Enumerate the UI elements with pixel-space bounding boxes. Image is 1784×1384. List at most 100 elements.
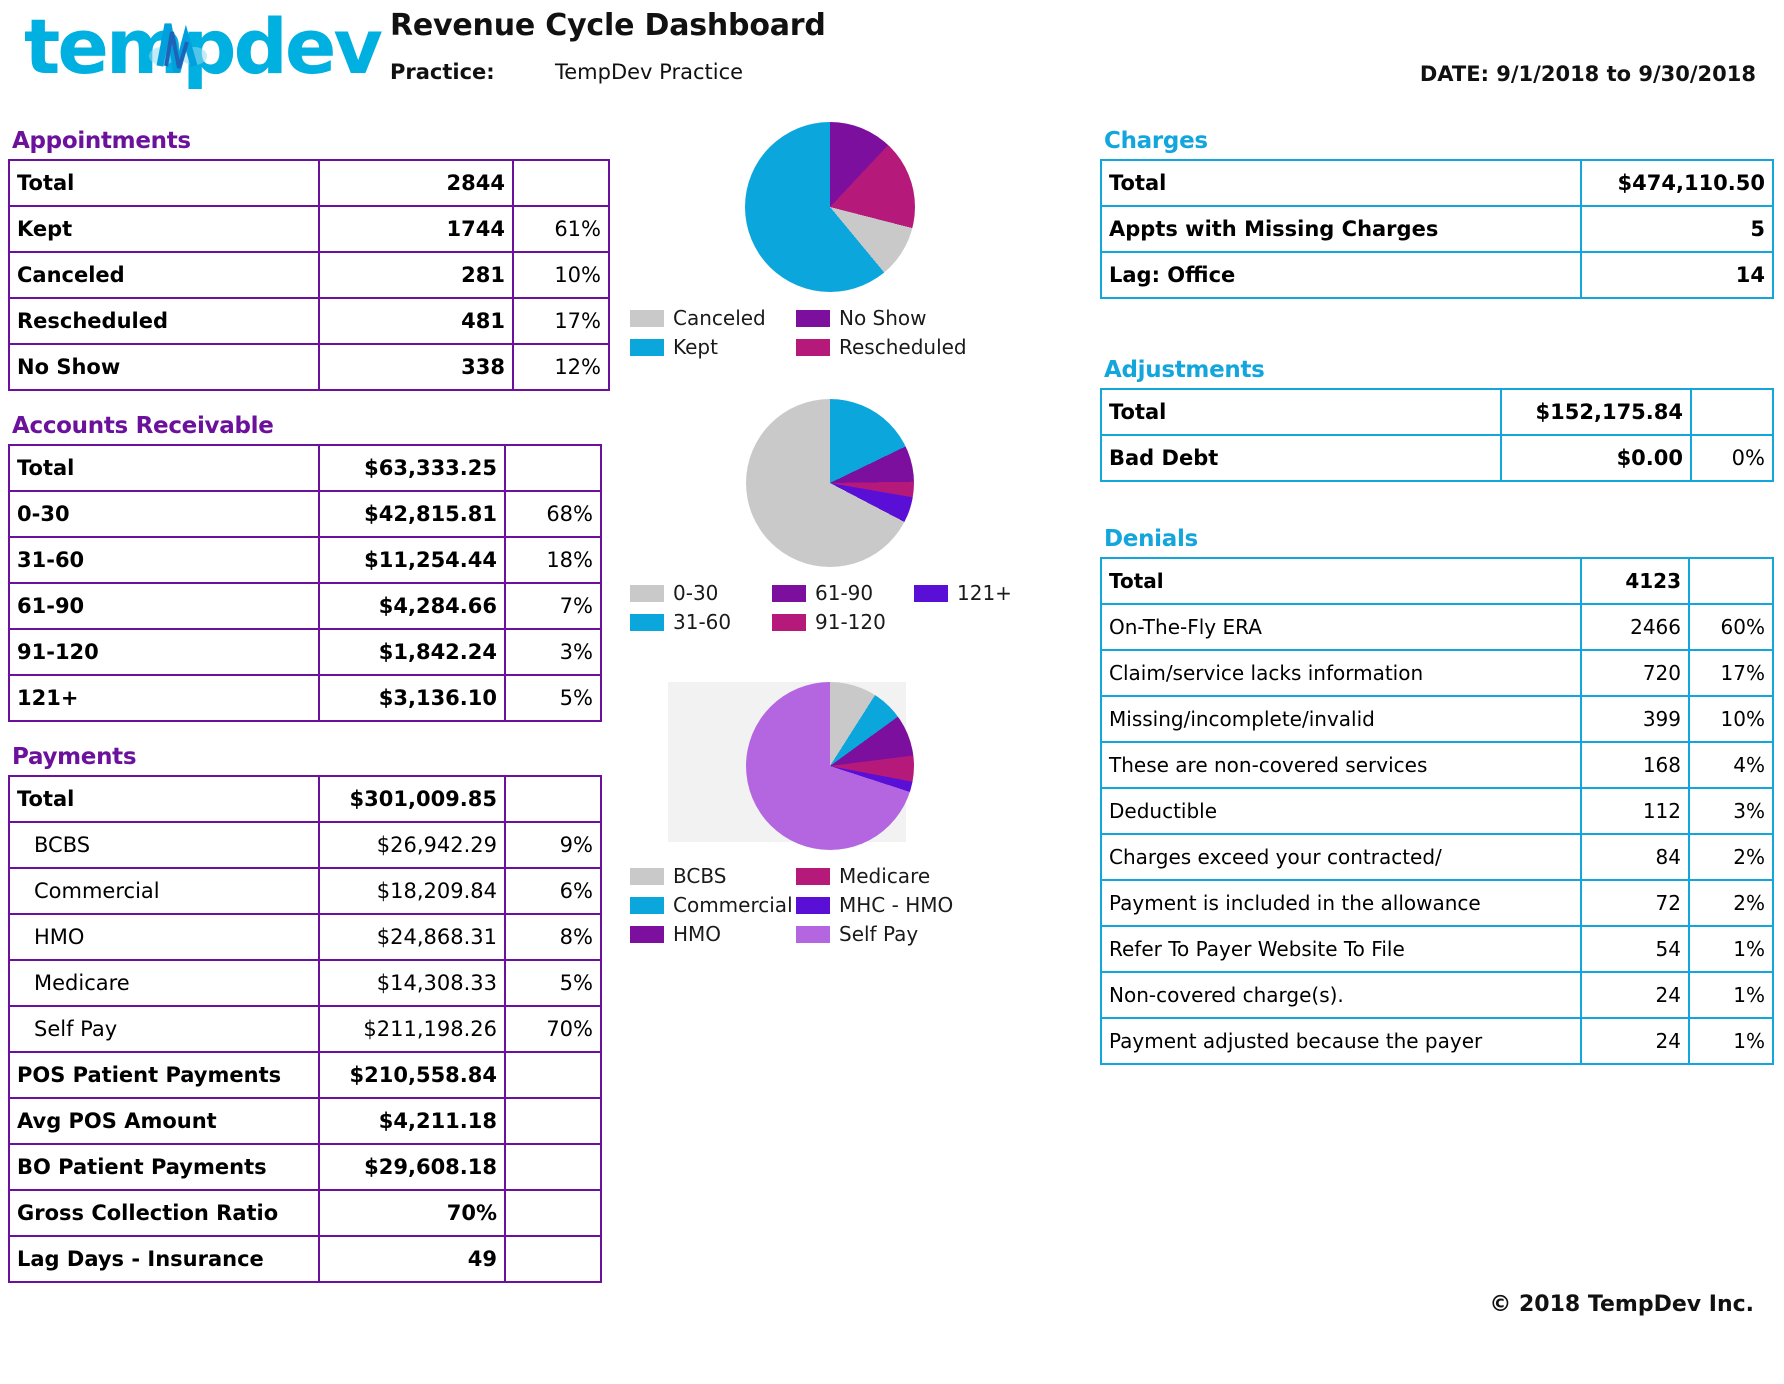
row-value: $301,009.85 bbox=[318, 775, 506, 823]
row-label: Total bbox=[8, 775, 320, 823]
row-label: Total bbox=[1100, 159, 1582, 207]
legend-label: No Show bbox=[839, 306, 927, 330]
table-row: 91-120 $1,842.24 3% bbox=[8, 628, 602, 676]
row-label: Kept bbox=[8, 205, 320, 253]
table-row: Avg POS Amount $4,211.18 bbox=[8, 1097, 602, 1145]
payments-heading: Payments bbox=[12, 744, 137, 770]
table-row: Total $63,333.25 bbox=[8, 444, 602, 492]
left-column: Appointments Total 2844 Kept 1744 61% Cancele… bbox=[8, 128, 610, 1283]
right-column: Charges Total $474,110.50 Appts with Missi… bbox=[1100, 128, 1774, 1065]
legend-label: Medicare bbox=[839, 864, 931, 888]
row-percent bbox=[504, 1097, 602, 1145]
row-value: 72 bbox=[1580, 879, 1690, 927]
table-row: Kept 1744 61% bbox=[8, 205, 610, 253]
payments-pie-legend: BCBS Medicare Commercial MHC - HMO HMO Self P… bbox=[620, 864, 1040, 946]
row-percent: 7% bbox=[504, 582, 602, 630]
legend-item: Medicare bbox=[796, 864, 1040, 888]
legend-swatch-icon bbox=[796, 309, 830, 327]
row-value: $0.00 bbox=[1500, 434, 1692, 482]
row-label: Total bbox=[1100, 388, 1502, 436]
row-value: $26,942.29 bbox=[318, 821, 506, 869]
payments-table: Total $301,009.85 BCBS $26,942.29 9% Commerci… bbox=[8, 775, 602, 1283]
legend-swatch-icon bbox=[630, 925, 664, 943]
row-percent: 5% bbox=[504, 959, 602, 1007]
row-label: BO Patient Payments bbox=[8, 1143, 320, 1191]
row-value: $3,136.10 bbox=[318, 674, 506, 722]
legend-label: Rescheduled bbox=[839, 335, 967, 359]
row-value: $18,209.84 bbox=[318, 867, 506, 915]
row-percent: 2% bbox=[1688, 833, 1774, 881]
row-label: Self Pay bbox=[8, 1005, 320, 1053]
table-row: BO Patient Payments $29,608.18 bbox=[8, 1143, 602, 1191]
denials-table: Total 4123 On-The-Fly ERA 2466 60% Claim/serv… bbox=[1100, 557, 1774, 1065]
row-value: $63,333.25 bbox=[318, 444, 506, 492]
row-value: $11,254.44 bbox=[318, 536, 506, 584]
row-value: $4,284.66 bbox=[318, 582, 506, 630]
row-value: 5 bbox=[1580, 205, 1774, 253]
legend-item: Commercial bbox=[630, 893, 796, 917]
row-label: Refer To Payer Website To File bbox=[1100, 925, 1582, 973]
payments-tbody: Total $301,009.85 BCBS $26,942.29 9% Commerci… bbox=[8, 775, 602, 1283]
row-value: 14 bbox=[1580, 251, 1774, 299]
row-value: $152,175.84 bbox=[1500, 388, 1692, 436]
appointments-table: Total 2844 Kept 1744 61% Canceled 281 10% Resche… bbox=[8, 159, 610, 391]
row-value: 54 bbox=[1580, 925, 1690, 973]
row-label: Deductible bbox=[1100, 787, 1582, 835]
table-row: Total $301,009.85 bbox=[8, 775, 602, 823]
row-value: 720 bbox=[1580, 649, 1690, 697]
row-value: 112 bbox=[1580, 787, 1690, 835]
table-row: Canceled 281 10% bbox=[8, 251, 610, 299]
row-value: 399 bbox=[1580, 695, 1690, 743]
accounts-receivable-pie-chart: 0-30 61-90 121+ 31-60 91-120 bbox=[620, 399, 1040, 634]
table-row: Commercial $18,209.84 6% bbox=[8, 867, 602, 915]
legend-swatch-icon bbox=[630, 896, 664, 914]
table-row: Total $474,110.50 bbox=[1100, 159, 1774, 207]
accounts-receivable-heading: Accounts Receivable bbox=[12, 413, 274, 439]
row-value: $210,558.84 bbox=[318, 1051, 506, 1099]
payments-pie-chart: BCBS Medicare Commercial MHC - HMO HMO Self P… bbox=[620, 682, 1040, 946]
legend-item: BCBS bbox=[630, 864, 796, 888]
table-row: Lag: Office 14 bbox=[1100, 251, 1774, 299]
row-percent bbox=[504, 1051, 602, 1099]
row-percent: 1% bbox=[1688, 925, 1774, 973]
row-value: 2844 bbox=[318, 159, 514, 207]
table-row: Missing/incomplete/invalid 399 10% bbox=[1100, 695, 1774, 743]
legend-item: HMO bbox=[630, 922, 796, 946]
row-label: 61-90 bbox=[8, 582, 320, 630]
row-value: $29,608.18 bbox=[318, 1143, 506, 1191]
legend-item: MHC - HMO bbox=[796, 893, 1040, 917]
practice-label: Practice: bbox=[390, 60, 495, 84]
table-row: BCBS $26,942.29 9% bbox=[8, 821, 602, 869]
row-percent: 4% bbox=[1688, 741, 1774, 789]
row-percent: 3% bbox=[504, 628, 602, 676]
payments-pie-graphic bbox=[746, 682, 914, 850]
ar-pie-graphic bbox=[746, 399, 914, 567]
ar-pie-wrap bbox=[620, 399, 1040, 567]
legend-label: 61-90 bbox=[815, 581, 874, 605]
row-label: Payment adjusted because the payer bbox=[1100, 1017, 1582, 1065]
table-row: 61-90 $4,284.66 7% bbox=[8, 582, 602, 630]
legend-item: Kept bbox=[630, 335, 796, 359]
row-label: Total bbox=[8, 444, 320, 492]
legend-item: 61-90 bbox=[772, 581, 914, 605]
legend-label: 91-120 bbox=[815, 610, 886, 634]
row-percent: 8% bbox=[504, 913, 602, 961]
legend-item: No Show bbox=[796, 306, 1040, 330]
legend-label: Kept bbox=[673, 335, 718, 359]
row-label: Missing/incomplete/invalid bbox=[1100, 695, 1582, 743]
charges-heading: Charges bbox=[1104, 128, 1208, 154]
heartbeat-wave-icon bbox=[149, 23, 207, 73]
adjustments-table: Total $152,175.84 Bad Debt $0.00 0% bbox=[1100, 388, 1774, 482]
legend-item: 91-120 bbox=[772, 610, 914, 634]
table-row: Payment is included in the allowance 72 2% bbox=[1100, 879, 1774, 927]
row-percent: 1% bbox=[1688, 1017, 1774, 1065]
row-percent bbox=[504, 1143, 602, 1191]
row-value: 168 bbox=[1580, 741, 1690, 789]
legend-label: 0-30 bbox=[673, 581, 719, 605]
row-percent: 9% bbox=[504, 821, 602, 869]
row-label: Medicare bbox=[8, 959, 320, 1007]
legend-swatch-icon bbox=[772, 613, 806, 631]
row-percent bbox=[1688, 557, 1774, 605]
legend-swatch-icon bbox=[914, 584, 948, 602]
denials-tbody: Total 4123 On-The-Fly ERA 2466 60% Claim/serv… bbox=[1100, 557, 1774, 1065]
